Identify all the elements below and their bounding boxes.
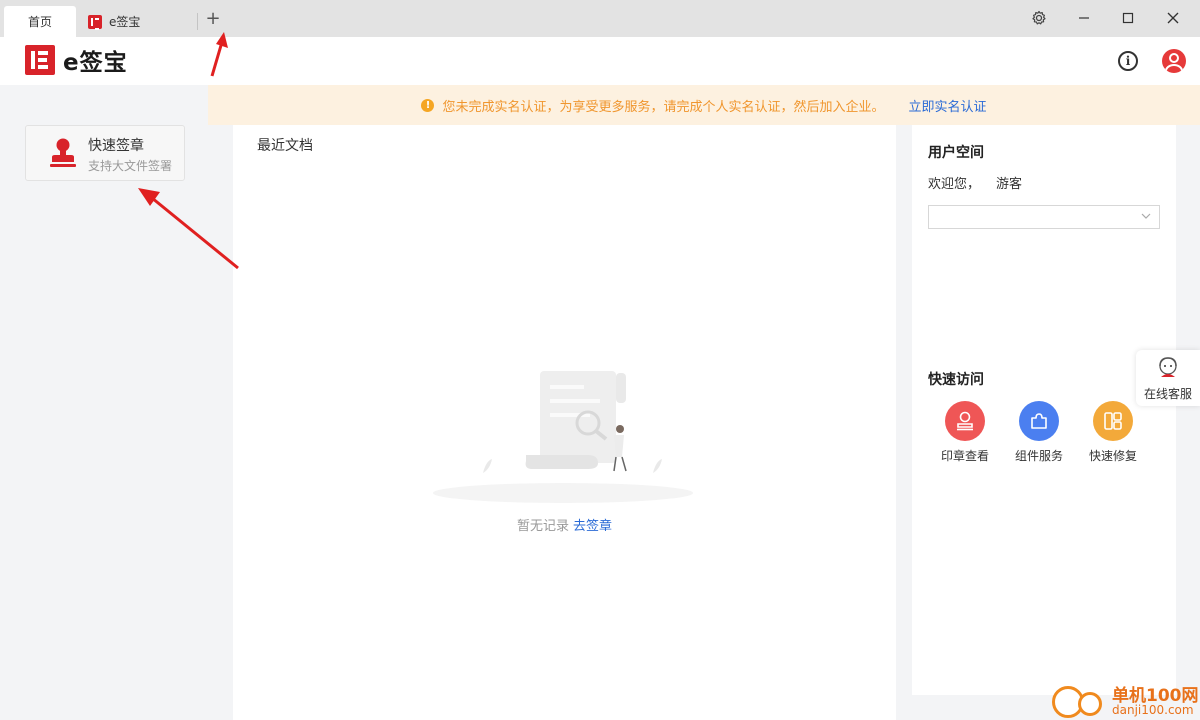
user-space-title: 用户空间 bbox=[928, 145, 984, 161]
user-name: 游客 bbox=[996, 177, 1023, 192]
quick-access-label: 快速修复 bbox=[1088, 449, 1137, 463]
avatar[interactable] bbox=[1162, 49, 1186, 73]
close-icon bbox=[1167, 12, 1179, 24]
quick-access-label: 组件服务 bbox=[1014, 449, 1063, 463]
tab-esign-label: e签宝 bbox=[109, 15, 141, 29]
maximize-button[interactable] bbox=[1115, 6, 1141, 30]
verification-notice: ! 您未完成实名认证，为享受更多服务，请完成个人实名认证，然后加入企业。 立即实… bbox=[208, 85, 1200, 125]
customer-service-icon bbox=[1159, 357, 1177, 377]
welcome-message: 欢迎您， 游客 bbox=[928, 173, 1022, 192]
quick-access-label: 印章查看 bbox=[940, 449, 989, 463]
quick-sign-title: 快速签章 bbox=[88, 138, 144, 154]
stamp-icon bbox=[50, 138, 76, 167]
tab-home[interactable]: 首页 bbox=[4, 6, 76, 37]
online-service-button[interactable]: 在线客服 bbox=[1136, 350, 1200, 406]
organization-select[interactable] bbox=[928, 205, 1160, 229]
watermark-logo-icon-secondary bbox=[1078, 692, 1102, 716]
quick-access-title: 快速访问 bbox=[928, 372, 984, 388]
quick-access-stamp-view[interactable]: 印章查看 bbox=[935, 401, 995, 464]
brand-logo: e签宝 bbox=[25, 45, 128, 76]
empty-state-text: 暂无记录 bbox=[516, 519, 569, 534]
stamp-view-icon bbox=[945, 401, 985, 441]
quick-sign-subtitle: 支持大文件签署 bbox=[88, 159, 173, 173]
warning-icon: ! bbox=[421, 98, 435, 112]
recent-documents-panel: 最近文档 暂无记录 去签章 bbox=[233, 125, 896, 720]
quick-access-quick-repair[interactable]: 快速修复 bbox=[1083, 401, 1143, 464]
esign-logo-icon bbox=[88, 14, 102, 30]
tab-home-label: 首页 bbox=[27, 15, 52, 29]
new-tab-button[interactable]: + bbox=[203, 9, 223, 29]
title-bar: 首页 e签宝 + bbox=[0, 0, 1200, 37]
online-service-label: 在线客服 bbox=[1143, 387, 1192, 401]
minimize-button[interactable] bbox=[1071, 6, 1097, 30]
empty-state-illustration bbox=[433, 371, 693, 503]
esign-brand-icon bbox=[25, 45, 55, 75]
recent-documents-title: 最近文档 bbox=[257, 138, 313, 154]
go-sign-link[interactable]: 去签章 bbox=[573, 519, 612, 534]
gear-icon bbox=[1032, 10, 1046, 25]
minimize-icon bbox=[1079, 17, 1089, 19]
close-button[interactable] bbox=[1160, 6, 1186, 30]
watermark-url: danji100.com bbox=[1112, 703, 1194, 717]
user-space-panel: 用户空间 欢迎您， 游客 快速访问 印章查看 组件服务 快速修复 bbox=[912, 125, 1176, 695]
verify-now-link[interactable]: 立即实名认证 bbox=[909, 96, 987, 115]
welcome-text: 欢迎您， bbox=[928, 177, 981, 192]
left-panel: 快速签章 支持大文件签署 bbox=[0, 85, 233, 720]
quick-access-component-service[interactable]: 组件服务 bbox=[1009, 401, 1069, 464]
maximize-icon bbox=[1122, 12, 1134, 24]
app-header: e签宝 i bbox=[0, 37, 1200, 85]
chevron-down-icon bbox=[1141, 213, 1151, 219]
grid-icon bbox=[1093, 401, 1133, 441]
tab-divider bbox=[197, 13, 198, 30]
site-watermark: 单机100网 danji100.com bbox=[1050, 678, 1200, 720]
settings-button[interactable] bbox=[1026, 6, 1052, 30]
empty-state: 暂无记录 去签章 bbox=[233, 515, 896, 534]
brand-name: e签宝 bbox=[63, 50, 128, 76]
info-icon[interactable]: i bbox=[1118, 51, 1138, 71]
notice-text: 您未完成实名认证，为享受更多服务，请完成个人实名认证，然后加入企业。 bbox=[442, 99, 885, 115]
quick-sign-card[interactable]: 快速签章 支持大文件签署 bbox=[25, 125, 185, 181]
puzzle-icon bbox=[1019, 401, 1059, 441]
tab-esign[interactable]: e签宝 bbox=[84, 6, 196, 37]
